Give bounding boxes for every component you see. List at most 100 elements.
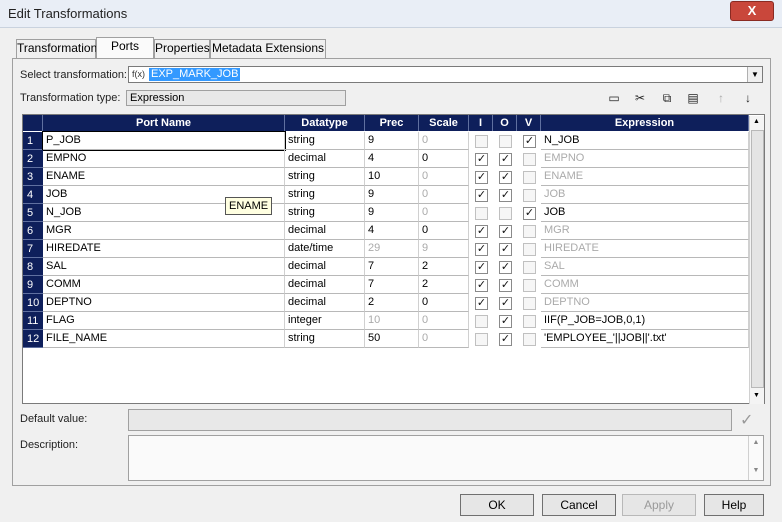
tab-properties[interactable]: Properties (154, 39, 210, 58)
input-checkbox[interactable]: ✓ (475, 243, 488, 256)
prec-cell[interactable]: 9 (365, 132, 419, 150)
variable-checkbox[interactable] (523, 171, 536, 184)
scale-cell[interactable]: 0 (419, 330, 469, 348)
expression-cell[interactable]: EMPNO (541, 150, 749, 168)
row-number[interactable]: 9 (23, 276, 43, 294)
row-number[interactable]: 8 (23, 258, 43, 276)
scale-cell[interactable]: 2 (419, 258, 469, 276)
scale-cell[interactable]: 0 (419, 132, 469, 150)
port-name-cell[interactable]: HIREDATE (43, 240, 285, 258)
port-name-cell[interactable]: EMPNO (43, 150, 285, 168)
expression-cell[interactable]: ENAME (541, 168, 749, 186)
expression-cell[interactable]: 'EMPLOYEE_'||JOB||'.txt' (541, 330, 749, 348)
apply-button[interactable]: Apply (622, 494, 696, 516)
prec-cell[interactable]: 7 (365, 276, 419, 294)
tab-ports[interactable]: Ports (96, 37, 154, 58)
datatype-cell[interactable]: decimal (285, 294, 365, 312)
input-checkbox[interactable] (475, 333, 488, 346)
prec-cell[interactable]: 29 (365, 240, 419, 258)
variable-checkbox[interactable] (523, 315, 536, 328)
port-name-cell[interactable]: DEPTNO (43, 294, 285, 312)
move-up-icon[interactable]: ↑ (713, 90, 729, 106)
datatype-cell[interactable]: string (285, 186, 365, 204)
input-checkbox[interactable] (475, 315, 488, 328)
port-name-cell[interactable]: SAL (43, 258, 285, 276)
datatype-cell[interactable]: string (285, 330, 365, 348)
output-checkbox[interactable]: ✓ (499, 153, 512, 166)
datatype-cell[interactable]: string (285, 204, 365, 222)
datatype-cell[interactable]: string (285, 132, 365, 150)
output-checkbox[interactable]: ✓ (499, 243, 512, 256)
variable-checkbox[interactable] (523, 333, 536, 346)
input-checkbox[interactable]: ✓ (475, 171, 488, 184)
scale-cell[interactable]: 0 (419, 294, 469, 312)
port-name-cell[interactable]: FLAG (43, 312, 285, 330)
row-number[interactable]: 5 (23, 204, 43, 222)
scale-cell[interactable]: 0 (419, 168, 469, 186)
datatype-cell[interactable]: string (285, 168, 365, 186)
prec-cell[interactable]: 10 (365, 312, 419, 330)
prec-cell[interactable]: 4 (365, 150, 419, 168)
output-checkbox[interactable]: ✓ (499, 261, 512, 274)
scrollbar-thumb[interactable] (751, 130, 764, 388)
variable-checkbox[interactable] (523, 225, 536, 238)
port-name-cell[interactable]: P_JOB (42, 131, 286, 151)
row-number[interactable]: 2 (23, 150, 43, 168)
port-name-cell[interactable]: COMM (43, 276, 285, 294)
variable-checkbox[interactable] (523, 261, 536, 274)
datatype-cell[interactable]: decimal (285, 222, 365, 240)
copy-icon[interactable]: ⧉ (659, 90, 675, 106)
input-checkbox[interactable]: ✓ (475, 153, 488, 166)
cut-icon[interactable]: ✂ (632, 90, 648, 106)
scale-cell[interactable]: 9 (419, 240, 469, 258)
prec-cell[interactable]: 9 (365, 186, 419, 204)
expression-cell[interactable]: MGR (541, 222, 749, 240)
variable-checkbox[interactable]: ✓ (523, 135, 536, 148)
input-checkbox[interactable] (475, 135, 488, 148)
input-checkbox[interactable] (475, 207, 488, 220)
scale-cell[interactable]: 0 (419, 204, 469, 222)
output-checkbox[interactable]: ✓ (499, 315, 512, 328)
output-checkbox[interactable]: ✓ (499, 189, 512, 202)
row-number[interactable]: 7 (23, 240, 43, 258)
output-checkbox[interactable]: ✓ (499, 171, 512, 184)
output-checkbox[interactable]: ✓ (499, 279, 512, 292)
col-prec[interactable]: Prec (365, 115, 419, 131)
help-button[interactable]: Help (704, 494, 764, 516)
input-checkbox[interactable]: ✓ (475, 189, 488, 202)
tab-transformation[interactable]: Transformation (16, 39, 97, 58)
col-datatype[interactable]: Datatype (285, 115, 365, 131)
prec-cell[interactable]: 2 (365, 294, 419, 312)
variable-checkbox[interactable] (523, 189, 536, 202)
validate-check-icon[interactable]: ✓ (740, 410, 753, 430)
output-checkbox[interactable] (499, 207, 512, 220)
col-port-name[interactable]: Port Name (43, 115, 285, 131)
port-name-cell[interactable]: FILE_NAME (43, 330, 285, 348)
expression-cell[interactable]: JOB (541, 186, 749, 204)
output-checkbox[interactable]: ✓ (499, 297, 512, 310)
port-name-cell[interactable]: MGR (43, 222, 285, 240)
scale-cell[interactable]: 2 (419, 276, 469, 294)
scale-cell[interactable]: 0 (419, 186, 469, 204)
col-expression[interactable]: Expression (541, 115, 749, 131)
chevron-down-icon[interactable]: ▼ (747, 67, 762, 82)
cancel-button[interactable]: Cancel (542, 494, 616, 516)
col-scale[interactable]: Scale (419, 115, 469, 131)
variable-checkbox[interactable] (523, 153, 536, 166)
output-checkbox[interactable]: ✓ (499, 333, 512, 346)
row-number[interactable]: 6 (23, 222, 43, 240)
output-checkbox[interactable] (499, 135, 512, 148)
new-port-icon[interactable]: ▭ (606, 90, 622, 106)
input-checkbox[interactable]: ✓ (475, 279, 488, 292)
variable-checkbox[interactable] (523, 297, 536, 310)
scale-cell[interactable]: 0 (419, 222, 469, 240)
port-name-cell[interactable]: ENAME (43, 168, 285, 186)
datatype-cell[interactable]: date/time (285, 240, 365, 258)
prec-cell[interactable]: 9 (365, 204, 419, 222)
col-variable[interactable]: V (517, 115, 541, 131)
default-value-field[interactable] (128, 409, 732, 431)
row-number[interactable]: 1 (23, 132, 43, 150)
row-number[interactable]: 10 (23, 294, 43, 312)
datatype-cell[interactable]: decimal (285, 258, 365, 276)
description-field[interactable]: ▲ ▼ (128, 435, 764, 481)
